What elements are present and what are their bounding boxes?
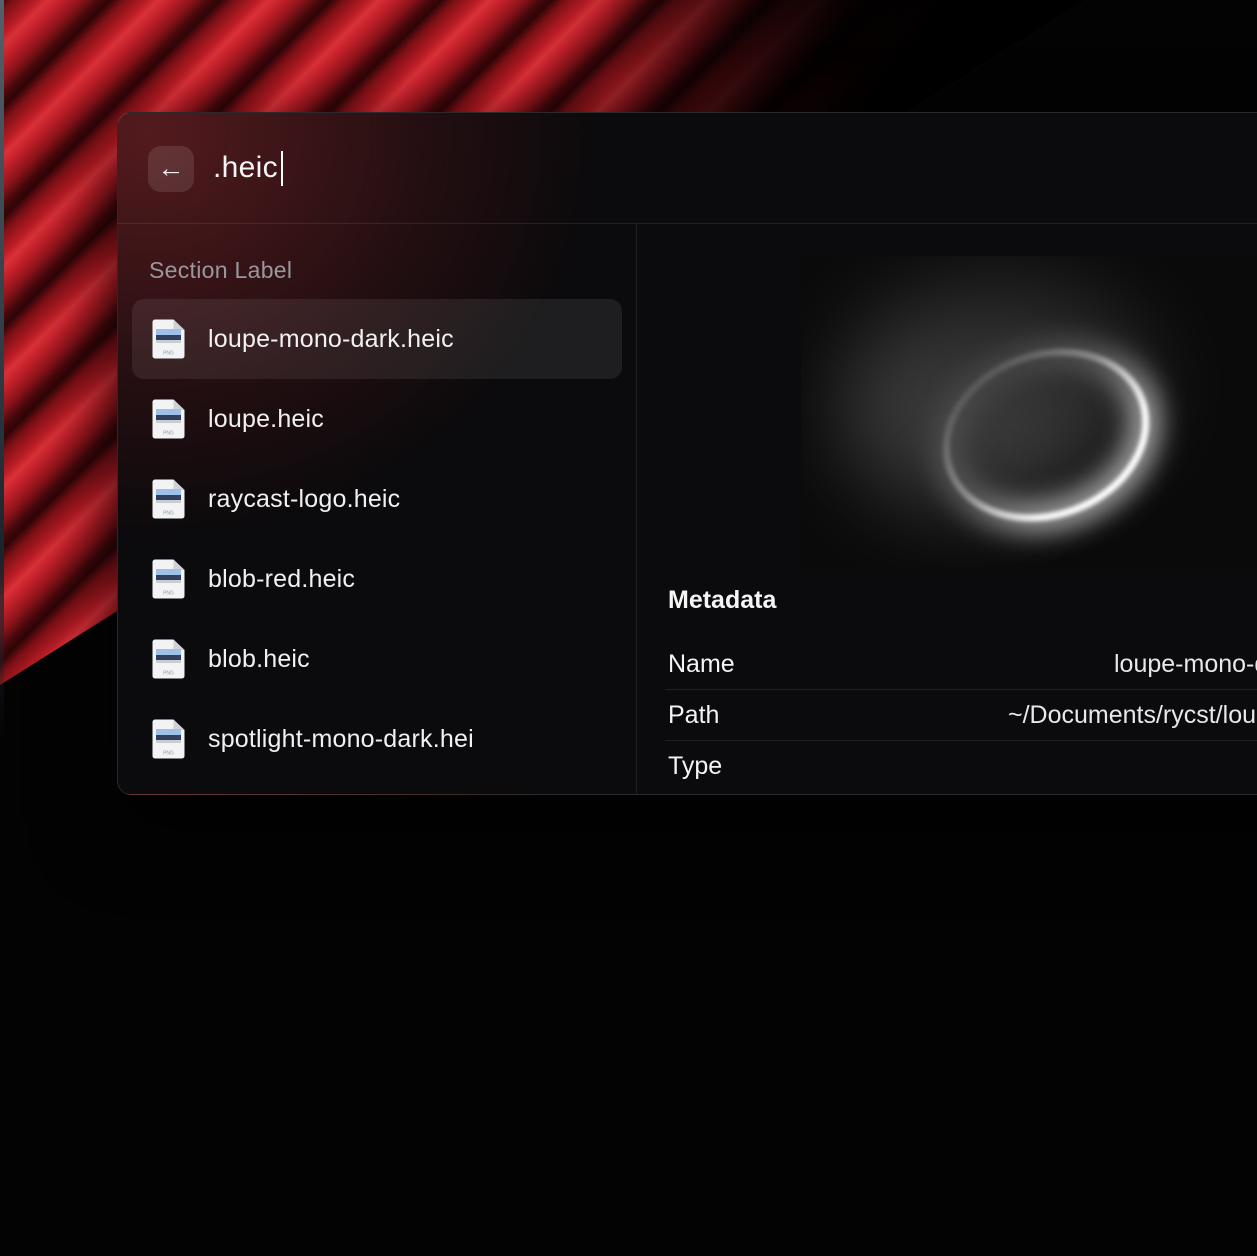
metadata-row-type: Type — [665, 741, 1257, 791]
metadata-row-name: Name loupe-mono-dark.heic — [665, 639, 1257, 690]
list-item-label: loupe-mono-dark.heic — [208, 325, 454, 354]
list-item[interactable]: PNG raycast-logo.heic — [132, 459, 622, 539]
png-file-icon: PNG — [152, 719, 185, 759]
metadata-value: ~/Documents/rycst/loupe-mono-dark.heic — [1008, 690, 1257, 740]
list-item-label: blob.heic — [208, 645, 310, 674]
search-query-text: .heic — [213, 151, 278, 185]
metadata-value: loupe-mono-dark.heic — [1114, 639, 1257, 689]
list-item[interactable]: PNG blob-red.heic — [132, 539, 622, 619]
png-badge: PNG — [163, 591, 174, 597]
back-button[interactable]: ← — [148, 146, 194, 192]
png-file-icon: PNG — [152, 319, 185, 359]
results-panel: Section Label PNG loupe-mono-dark.heic — [118, 224, 636, 794]
list-item-label: spotlight-mono-dark.hei — [208, 725, 474, 754]
wallpaper-left-edge — [0, 0, 4, 740]
png-file-icon: PNG — [152, 639, 185, 679]
png-badge: PNG — [163, 751, 174, 757]
section-label: Section Label — [149, 257, 292, 284]
text-cursor — [281, 151, 284, 186]
png-badge: PNG — [163, 351, 174, 357]
list-item[interactable]: PNG loupe-mono-dark.heic — [132, 299, 622, 379]
list-item[interactable]: PNG blob.heic — [132, 619, 622, 699]
png-file-icon: PNG — [152, 399, 185, 439]
list-item-label: raycast-logo.heic — [208, 485, 400, 514]
list-item[interactable]: PNG spotlight-mono-dark.hei — [132, 699, 622, 779]
metadata-fields: Name loupe-mono-dark.heic Path ~/Documen… — [665, 639, 1257, 791]
list-item-label: blob-red.heic — [208, 565, 355, 594]
back-arrow-icon: ← — [158, 155, 185, 182]
metadata-label: Name — [668, 639, 735, 689]
png-file-icon: PNG — [152, 479, 185, 519]
metadata-label: Path — [668, 690, 719, 740]
search-bar[interactable]: ← .heic — [118, 113, 1257, 223]
metadata-label: Type — [668, 741, 722, 791]
png-badge: PNG — [163, 671, 174, 677]
list-item[interactable]: PNG loupe.heic — [132, 379, 622, 459]
png-badge: PNG — [163, 511, 174, 517]
launcher-window: ← .heic Section Label PNG loupe-mono-dar… — [117, 112, 1257, 795]
metadata-row-path: Path ~/Documents/rycst/loupe-mono-dark.h… — [665, 690, 1257, 741]
preview-image — [801, 256, 1257, 570]
detail-panel: Metadata Name loupe-mono-dark.heic Path … — [637, 224, 1257, 794]
results-list: PNG loupe-mono-dark.heic PNG loupe.heic — [132, 299, 622, 779]
list-item-label: loupe.heic — [208, 405, 324, 434]
png-badge: PNG — [163, 431, 174, 437]
png-file-icon: PNG — [152, 559, 185, 599]
glow-ring-graphic — [801, 256, 1257, 570]
metadata-title: Metadata — [668, 586, 776, 615]
search-input[interactable]: .heic — [213, 113, 283, 223]
